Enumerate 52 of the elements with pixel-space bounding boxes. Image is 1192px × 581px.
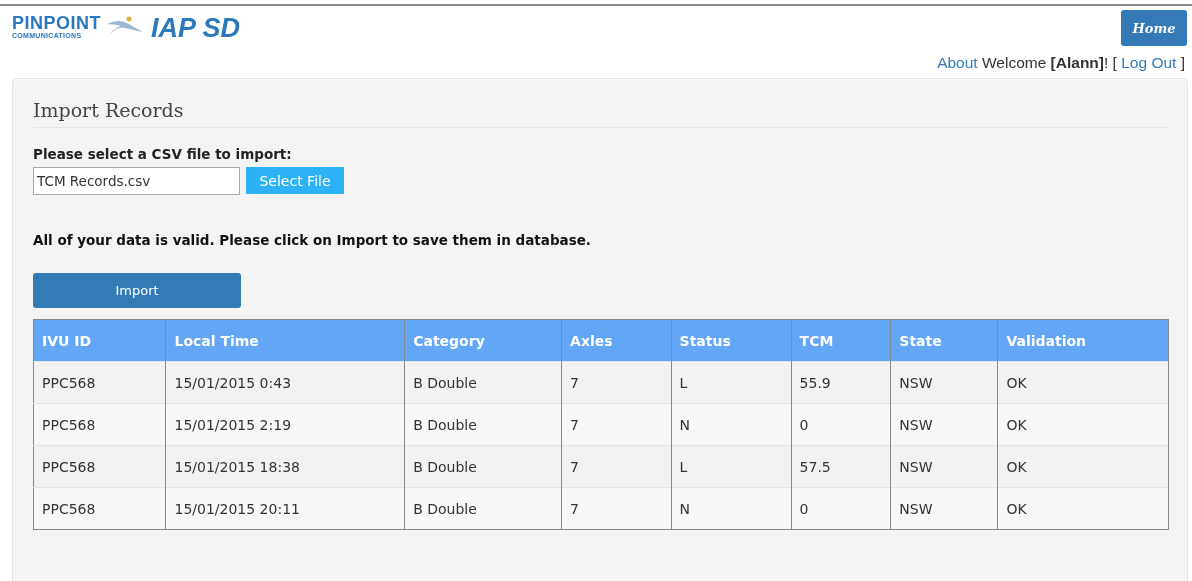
table-cell: OK bbox=[997, 403, 1169, 446]
table-cell: 0 bbox=[791, 487, 891, 530]
table-cell: NSW bbox=[890, 487, 998, 530]
validation-message: All of your data is valid. Please click on Import to save them in database. bbox=[33, 232, 592, 248]
column-header: Status bbox=[671, 319, 792, 362]
table-cell: 57.5 bbox=[791, 445, 891, 488]
table-cell: B Double bbox=[404, 403, 562, 446]
table-cell: PPC568 bbox=[33, 361, 166, 404]
table-cell: PPC568 bbox=[33, 445, 166, 488]
table-cell: B Double bbox=[404, 445, 562, 488]
column-header: Validation bbox=[997, 319, 1169, 362]
table-cell: NSW bbox=[890, 361, 998, 404]
table-cell: 7 bbox=[561, 445, 672, 488]
table-cell: B Double bbox=[404, 487, 562, 530]
table-cell: L bbox=[671, 445, 792, 488]
table-cell: 55.9 bbox=[791, 361, 891, 404]
table-cell: NSW bbox=[890, 445, 998, 488]
table-cell: OK bbox=[997, 361, 1169, 404]
file-label: Please select a CSV file to import: bbox=[33, 146, 293, 162]
table-cell: OK bbox=[997, 445, 1169, 488]
logout-link[interactable]: Log Out bbox=[1121, 54, 1177, 71]
table-cell: 15/01/2015 2:19 bbox=[165, 403, 405, 446]
table-cell: 15/01/2015 18:38 bbox=[165, 445, 405, 488]
table-cell: 15/01/2015 0:43 bbox=[165, 361, 405, 404]
table-cell: 7 bbox=[561, 361, 672, 404]
panel-title: Import Records bbox=[33, 99, 1168, 128]
column-header: IVU ID bbox=[33, 319, 166, 362]
table-cell: L bbox=[671, 361, 792, 404]
column-header: TCM bbox=[791, 319, 891, 362]
table-cell: PPC568 bbox=[33, 487, 166, 530]
column-header: Category bbox=[404, 319, 562, 362]
file-field[interactable]: TCM Records.csv bbox=[33, 167, 240, 195]
brand-name: PINPOINT bbox=[12, 14, 101, 32]
table-cell: B Double bbox=[404, 361, 562, 404]
table-cell: 15/01/2015 20:11 bbox=[165, 487, 405, 530]
select-file-button[interactable]: Select File bbox=[246, 167, 344, 194]
table-cell: NSW bbox=[890, 403, 998, 446]
app-title: IAP SD bbox=[151, 14, 241, 42]
column-header: Axles bbox=[561, 319, 672, 362]
table-cell: N bbox=[671, 487, 792, 530]
import-button[interactable]: Import bbox=[33, 273, 241, 308]
table-cell: OK bbox=[997, 487, 1169, 530]
table-cell: 0 bbox=[791, 403, 891, 446]
table-cell: PPC568 bbox=[33, 403, 166, 446]
about-link[interactable]: About bbox=[937, 54, 978, 71]
home-button[interactable]: Home bbox=[1121, 10, 1187, 46]
table-cell: 7 bbox=[561, 403, 672, 446]
column-header: State bbox=[890, 319, 998, 362]
column-header: Local Time bbox=[165, 319, 405, 362]
table-cell: 7 bbox=[561, 487, 672, 530]
welcome-text: About Welcome [Alann]! [ Log Out ] bbox=[937, 54, 1186, 72]
table-cell: N bbox=[671, 403, 792, 446]
